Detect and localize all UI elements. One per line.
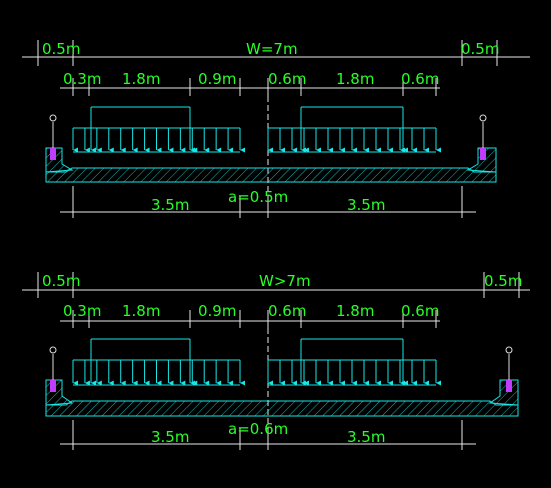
curb-right <box>488 379 519 406</box>
lane-load-left <box>72 359 245 386</box>
right-offset-label: 0.6m <box>268 70 306 88</box>
center-label: a=0.5m <box>228 188 288 206</box>
lane-right-label: 3.5m <box>347 196 385 214</box>
side-right-label: 0.5m <box>461 40 499 58</box>
width-label: W>7m <box>259 272 311 290</box>
section-wgt7: 0.5m W>7m 0.5m 0.3m 1.8m 0.9m 0.6m 1.8m … <box>22 272 530 450</box>
bridge-cross-section-drawing: 0.5m W=7m 0.5m 0.3m 1.8m 0.9m 0.6m 1.8m … <box>22 40 530 450</box>
lane-load-right <box>267 127 441 153</box>
lane-left-label: 3.5m <box>151 196 189 214</box>
lane-load-right <box>267 359 441 386</box>
railing-post-right <box>505 346 513 392</box>
curb-left <box>45 147 74 173</box>
side-left-label: 0.5m <box>42 272 80 290</box>
center-label: a=0.6m <box>228 420 288 438</box>
railing-post-left <box>49 346 57 392</box>
lane-load-left <box>72 127 245 153</box>
left-offset-label: 0.3m <box>63 302 101 320</box>
section-w7: 0.5m W=7m 0.5m 0.3m 1.8m 0.9m 0.6m 1.8m … <box>22 40 530 218</box>
right-axle-label: 1.8m <box>336 70 374 88</box>
left-offset-label: 0.3m <box>63 70 101 88</box>
right-offset-label: 0.6m <box>268 302 306 320</box>
width-label: W=7m <box>246 40 298 58</box>
side-left-label: 0.5m <box>42 40 80 58</box>
railing-post-left <box>49 114 57 160</box>
lane-right-label: 3.5m <box>347 428 385 446</box>
lane-left-label: 3.5m <box>151 428 189 446</box>
left-axle-label: 1.8m <box>122 70 160 88</box>
right-axle-label: 1.8m <box>336 302 374 320</box>
left-gap-label: 0.9m <box>198 70 236 88</box>
bridge-deck <box>45 400 519 417</box>
right-gap-label: 0.6m <box>401 70 439 88</box>
bridge-deck <box>45 167 497 183</box>
left-gap-label: 0.9m <box>198 302 236 320</box>
curb-left <box>45 379 74 406</box>
right-gap-label: 0.6m <box>401 302 439 320</box>
side-right-label: 0.5m <box>484 272 522 290</box>
left-axle-label: 1.8m <box>122 302 160 320</box>
railing-post-right <box>479 114 487 160</box>
